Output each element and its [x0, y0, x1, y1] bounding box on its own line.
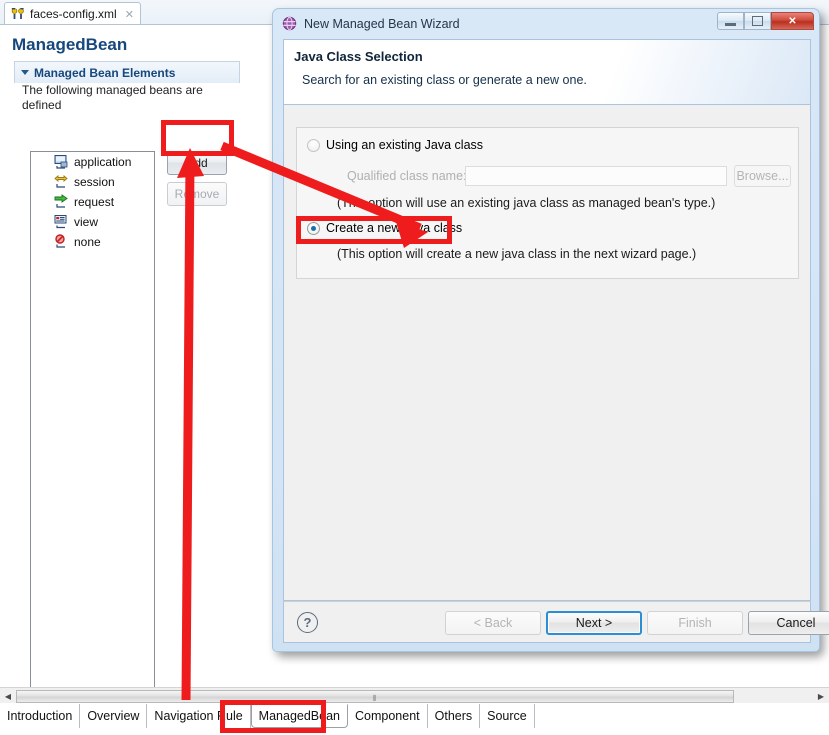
scrollbar-thumb[interactable]: ⦀ — [16, 689, 734, 703]
tree-item-none[interactable]: none — [31, 232, 154, 252]
dialog-button-bar: ? < Back Next > Finish Cancel — [283, 601, 829, 643]
tree-item-label: application — [74, 155, 132, 169]
editor-tab-label: faces-config.xml — [30, 7, 117, 21]
cancel-button[interactable]: Cancel — [748, 611, 829, 635]
existing-java-class-radio[interactable]: Using an existing Java class — [307, 138, 483, 152]
tab-source[interactable]: Source — [480, 704, 535, 728]
view-scope-icon — [53, 214, 69, 230]
tree-item-label: none — [74, 235, 101, 249]
none-scope-icon — [53, 234, 69, 250]
tab-overview[interactable]: Overview — [80, 704, 148, 728]
back-button[interactable]: < Back — [445, 611, 541, 635]
dialog-subheading: Search for an existing class or generate… — [302, 73, 587, 87]
tab-component[interactable]: Component — [348, 704, 428, 728]
scroll-left-arrow-icon[interactable]: ◀ — [0, 689, 16, 704]
scrollbar-track[interactable]: ⦀ — [16, 689, 813, 704]
editor-page-tabs[interactable]: Introduction Overview Navigation Rule Ma… — [0, 703, 829, 735]
faces-config-icon — [11, 7, 25, 21]
dialog-header: Java Class Selection Search for an exist… — [283, 39, 811, 105]
dialog-titlebar[interactable]: New Managed Bean Wizard ✕ — [273, 9, 819, 38]
editor-horizontal-scrollbar[interactable]: ◀ ⦀ ▶ — [0, 687, 829, 704]
radio-icon — [307, 138, 320, 152]
annotation-managedbean-tab — [220, 700, 326, 733]
tab-others[interactable]: Others — [427, 704, 481, 728]
dialog-content: Using an existing Java class Qualified c… — [283, 105, 811, 601]
help-icon[interactable]: ? — [297, 612, 318, 633]
scrollbar-grip-icon: ⦀ — [372, 693, 378, 703]
annotation-add-button — [161, 120, 234, 156]
minimize-button[interactable] — [717, 12, 744, 30]
page-title: ManagedBean — [12, 35, 128, 54]
existing-java-class-hint: (This option will use an existing java c… — [337, 196, 716, 210]
section-title: Managed Bean Elements — [34, 65, 176, 80]
wizard-bean-icon — [282, 16, 297, 31]
finish-button[interactable]: Finish — [647, 611, 743, 635]
dialog-heading: Java Class Selection — [294, 49, 423, 64]
tree-item-view[interactable]: view — [31, 212, 154, 232]
application-scope-icon — [53, 154, 69, 170]
request-scope-icon — [53, 194, 69, 210]
window-controls[interactable]: ✕ — [717, 12, 814, 30]
close-icon[interactable]: ✕ — [125, 8, 134, 21]
tree-item-label: request — [74, 195, 115, 209]
annotation-create-new-java-class — [296, 216, 452, 244]
editor-tab-faces-config[interactable]: faces-config.xml ✕ — [4, 2, 141, 25]
existing-java-class-label: Using an existing Java class — [326, 138, 484, 152]
next-button[interactable]: Next > — [546, 611, 642, 635]
screen: faces-config.xml ✕ ManagedBean Managed B… — [0, 0, 829, 735]
tree-item-label: session — [74, 175, 115, 189]
tree-item-application[interactable]: application — [31, 152, 154, 172]
section-description: The following managed beans are defined — [22, 83, 203, 112]
close-button[interactable]: ✕ — [771, 12, 814, 30]
scroll-right-arrow-icon[interactable]: ▶ — [813, 689, 829, 704]
managed-bean-elements-section-header[interactable]: Managed Bean Elements — [14, 61, 240, 83]
qualified-class-name-label: Qualified class name: — [347, 169, 467, 183]
dialog-title: New Managed Bean Wizard — [304, 16, 460, 31]
minimize-icon — [725, 22, 736, 26]
tree-item-session[interactable]: session — [31, 172, 154, 192]
new-managed-bean-wizard-dialog: New Managed Bean Wizard ✕ Java Class Sel… — [272, 8, 829, 652]
qualified-class-name-input[interactable] — [465, 166, 727, 186]
session-scope-icon — [53, 174, 69, 190]
maximize-button[interactable] — [744, 12, 771, 30]
managed-beans-tree[interactable]: application session request view none — [30, 151, 155, 701]
maximize-icon — [752, 16, 763, 26]
tab-introduction[interactable]: Introduction — [0, 704, 81, 728]
java-class-option-group: Using an existing Java class Qualified c… — [296, 127, 799, 279]
create-new-java-class-hint: (This option will create a new java clas… — [337, 247, 697, 261]
browse-button[interactable]: Browse... — [734, 165, 791, 187]
tree-item-request[interactable]: request — [31, 192, 154, 212]
remove-button[interactable]: Remove — [167, 182, 227, 206]
chevron-down-icon[interactable] — [21, 70, 29, 75]
tree-item-label: view — [74, 215, 99, 229]
